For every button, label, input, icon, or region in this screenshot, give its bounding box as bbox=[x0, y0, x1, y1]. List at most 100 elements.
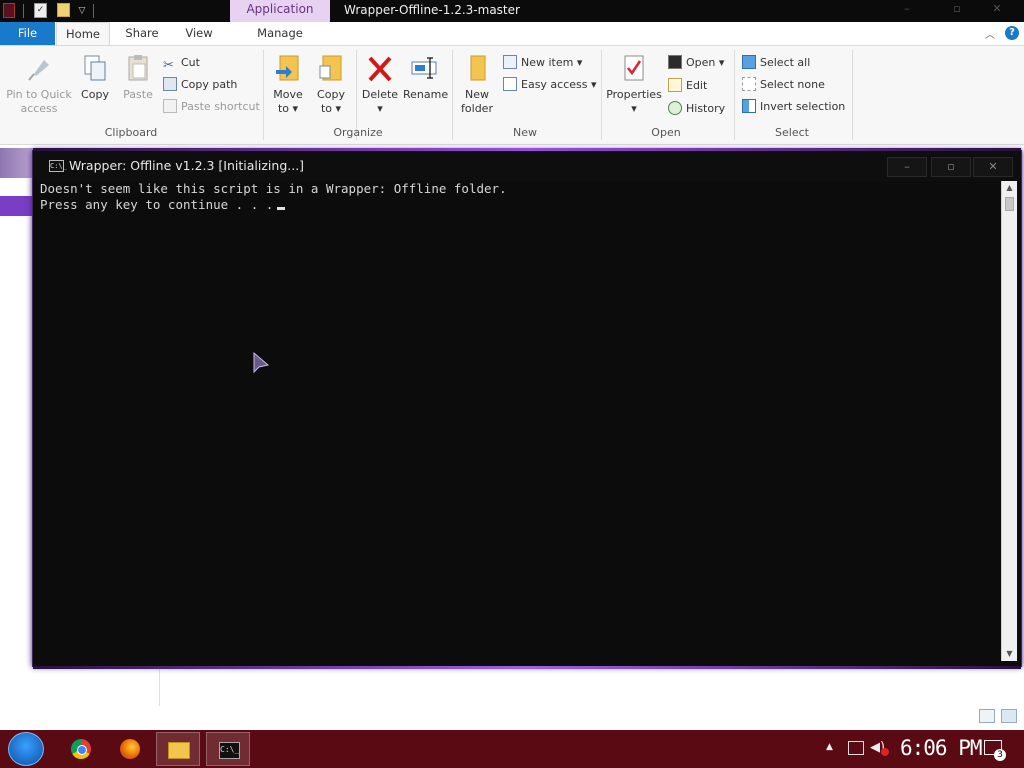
group-separator bbox=[852, 50, 853, 140]
console-output[interactable]: Doesn't seem like this script is in a Wr… bbox=[33, 181, 1001, 667]
select-all-icon bbox=[742, 55, 756, 69]
start-button[interactable] bbox=[8, 732, 44, 766]
scroll-down-arrow-icon[interactable]: ▼ bbox=[1004, 648, 1015, 660]
volume-muted-badge bbox=[881, 748, 889, 756]
taskbar-command-prompt-button[interactable]: C:\_ bbox=[206, 732, 250, 766]
pin-to-quick-access-button[interactable]: Pin to Quick access bbox=[4, 52, 74, 116]
console-title-bar[interactable]: C:\_ Wrapper: Offline v1.2.3 [Initializi… bbox=[33, 151, 1021, 181]
open-button[interactable]: Open ▾ bbox=[668, 54, 724, 72]
open-label: Open bbox=[686, 56, 716, 69]
invert-selection-button[interactable]: Invert selection bbox=[742, 98, 845, 116]
paste-shortcut-button[interactable]: Paste shortcut bbox=[163, 98, 260, 116]
ribbon-tab-bar: File Home Share View Manage bbox=[0, 22, 1024, 45]
history-button[interactable]: History bbox=[668, 100, 725, 118]
console-maximize-button[interactable]: ▫ bbox=[931, 157, 971, 177]
taskbar-chrome-button[interactable] bbox=[58, 732, 102, 766]
organize-group-label: Organize bbox=[333, 126, 383, 139]
copy-to-line1: Copy bbox=[317, 88, 345, 101]
firefox-icon bbox=[120, 739, 140, 759]
new-folder-line1: New bbox=[465, 88, 489, 101]
properties-quick-icon[interactable]: ✓ bbox=[34, 3, 47, 18]
explorer-window-title: Wrapper-Offline-1.2.3-master bbox=[344, 3, 520, 17]
paste-shortcut-label: Paste shortcut bbox=[181, 100, 260, 113]
properties-label: Properties bbox=[606, 88, 662, 101]
invert-selection-label: Invert selection bbox=[760, 100, 846, 113]
quick-access-separator bbox=[93, 4, 94, 18]
console-close-button[interactable]: ✕ bbox=[973, 157, 1013, 177]
ribbon: Pin to Quick access Copy Paste ✂ Cut Copy… bbox=[0, 45, 1024, 145]
tab-home[interactable]: Home bbox=[56, 22, 110, 45]
notification-count-badge: 3 bbox=[994, 749, 1006, 761]
select-none-button[interactable]: Select none bbox=[742, 76, 825, 94]
select-none-icon bbox=[742, 77, 756, 91]
details-view-icon[interactable] bbox=[979, 709, 995, 723]
cut-button[interactable]: ✂ Cut bbox=[163, 54, 200, 73]
easy-access-button[interactable]: Easy access ▾ bbox=[503, 76, 597, 94]
navigation-selected-item[interactable] bbox=[0, 196, 34, 216]
edit-button[interactable]: Edit bbox=[668, 77, 707, 95]
quick-access-separator bbox=[23, 4, 24, 18]
select-all-button[interactable]: Select all bbox=[742, 54, 810, 72]
new-folder-quick-icon[interactable] bbox=[57, 3, 70, 17]
tab-view[interactable]: View bbox=[176, 22, 222, 45]
paste-shortcut-icon bbox=[163, 99, 177, 113]
chrome-icon bbox=[71, 739, 91, 759]
command-prompt-icon: C:\_ bbox=[219, 742, 240, 759]
copy-icon bbox=[84, 55, 106, 81]
tab-manage[interactable]: Manage bbox=[232, 22, 328, 45]
new-folder-button[interactable]: New folder bbox=[458, 52, 496, 116]
console-prompt-line: Press any key to continue . . . bbox=[40, 197, 286, 212]
paste-icon bbox=[128, 55, 148, 81]
copy-label: Copy bbox=[81, 88, 109, 101]
maximize-button[interactable]: ▫ bbox=[943, 2, 971, 18]
select-all-label: Select all bbox=[760, 56, 811, 69]
console-title: Wrapper: Offline v1.2.3 [Initializing...… bbox=[69, 158, 305, 173]
console-minimize-button[interactable]: – bbox=[887, 157, 927, 177]
console-line: Doesn't seem like this script is in a Wr… bbox=[40, 181, 507, 196]
application-tools-header: Application Tools bbox=[230, 0, 330, 35]
close-button[interactable]: ✕ bbox=[983, 2, 1011, 18]
new-item-button[interactable]: New item ▾ bbox=[503, 54, 582, 72]
scrollbar-thumb[interactable] bbox=[1005, 197, 1014, 211]
rename-label: Rename bbox=[403, 88, 449, 101]
large-icons-view-icon[interactable] bbox=[1001, 709, 1017, 723]
console-window[interactable]: C:\_ Wrapper: Offline v1.2.3 [Initializi… bbox=[32, 148, 1022, 669]
taskbar-file-explorer-button[interactable] bbox=[156, 732, 200, 766]
move-to-button[interactable]: Move to ▾ bbox=[270, 52, 306, 116]
customize-quick-access-icon[interactable]: ▽ bbox=[76, 3, 88, 19]
copy-to-line2: to bbox=[320, 102, 332, 115]
taskbar-firefox-button[interactable] bbox=[108, 732, 152, 766]
group-separator bbox=[452, 50, 453, 140]
group-separator bbox=[263, 50, 264, 140]
edit-label: Edit bbox=[686, 79, 708, 92]
show-hidden-icons-icon[interactable]: ▲ bbox=[826, 742, 833, 752]
move-to-line2: to bbox=[277, 102, 289, 115]
tab-file[interactable]: File bbox=[0, 22, 55, 45]
select-none-label: Select none bbox=[760, 78, 825, 91]
new-item-label: New item bbox=[521, 56, 574, 69]
easy-access-label: Easy access bbox=[521, 78, 588, 91]
scissors-icon: ✂ bbox=[163, 58, 174, 73]
scroll-up-arrow-icon[interactable]: ▲ bbox=[1004, 182, 1015, 194]
help-icon[interactable]: ? bbox=[1005, 26, 1019, 40]
copy-path-label: Copy path bbox=[181, 78, 238, 91]
network-icon[interactable] bbox=[848, 741, 864, 755]
paste-button[interactable]: Paste bbox=[120, 52, 156, 102]
minimize-button[interactable]: – bbox=[893, 2, 921, 18]
rename-button[interactable]: Rename bbox=[403, 52, 449, 102]
delete-button[interactable]: Delete ▾ bbox=[361, 52, 399, 116]
open-group-label: Open bbox=[651, 126, 681, 139]
collapse-ribbon-icon[interactable]: ︿ bbox=[985, 26, 995, 41]
clock[interactable]: 6:06 PM bbox=[900, 736, 983, 760]
history-label: History bbox=[686, 102, 726, 115]
properties-button[interactable]: Properties ▾ bbox=[606, 52, 662, 116]
tab-share[interactable]: Share bbox=[118, 22, 166, 45]
copy-to-button[interactable]: Copy to ▾ bbox=[313, 52, 349, 116]
pane-divider[interactable] bbox=[159, 666, 160, 706]
explorer-app-icon[interactable] bbox=[3, 3, 15, 18]
copy-button[interactable]: Copy bbox=[78, 52, 112, 102]
copy-path-button[interactable]: Copy path bbox=[163, 76, 237, 94]
copy-path-icon bbox=[163, 77, 177, 91]
clipboard-group-label: Clipboard bbox=[104, 126, 158, 139]
console-scrollbar[interactable]: ▲ ▼ bbox=[1001, 181, 1017, 661]
